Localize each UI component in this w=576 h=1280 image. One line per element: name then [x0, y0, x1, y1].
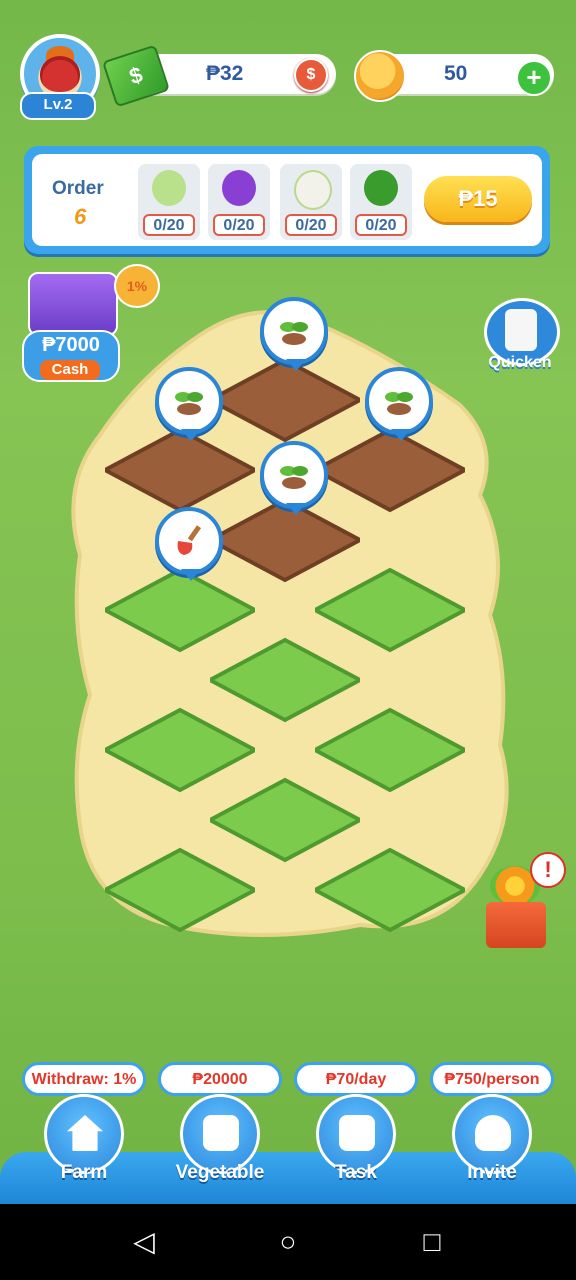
- order-item-broccoli: 0/20: [350, 164, 412, 240]
- player-level: Lv.2: [20, 92, 96, 120]
- task-tag: ₱70/day: [294, 1062, 418, 1096]
- sprout-icon: [385, 392, 413, 415]
- sprout-icon: [280, 466, 308, 489]
- vegetable-tag: ₱20000: [158, 1062, 282, 1096]
- sprout-icon: [175, 392, 203, 415]
- money-bag-icon[interactable]: $: [294, 58, 328, 92]
- nav-invite-label: Invite: [467, 1162, 517, 1183]
- order-title: Order: [52, 178, 104, 199]
- eggplant-icon: [222, 170, 256, 206]
- dig-shovel-marker[interactable]: [155, 507, 223, 581]
- plant-seed-marker[interactable]: [155, 367, 223, 441]
- grass-plot[interactable]: [105, 815, 255, 965]
- order-item-progress: 0/20: [143, 214, 195, 236]
- farm-tag: Withdraw: 1%: [22, 1062, 146, 1096]
- order-item-cabbage: 0/20: [138, 164, 200, 240]
- order-item-progress: 0/20: [213, 214, 265, 236]
- tomato-avatar-icon: [40, 56, 80, 92]
- order-item-progress: 0/20: [285, 214, 337, 236]
- home-circle-icon[interactable]: ○: [272, 1226, 304, 1258]
- farm-field: [60, 295, 520, 945]
- order-item-radish: 0/20: [280, 164, 342, 240]
- cash-balance-value: ₱32: [206, 62, 244, 85]
- alert-badge: !: [530, 852, 566, 888]
- plant-seed-marker[interactable]: [260, 441, 328, 515]
- grass-plot[interactable]: [315, 815, 465, 965]
- recents-icon[interactable]: □: [416, 1226, 448, 1258]
- coin-icon: [354, 50, 406, 102]
- calendar-star-icon: [339, 1115, 375, 1151]
- marker-pin: [181, 429, 201, 441]
- radish-icon: [294, 170, 332, 210]
- nav-vegetable-label: Vegetable: [175, 1162, 265, 1183]
- plant-seed-marker[interactable]: [365, 367, 433, 441]
- order-count: 6: [74, 204, 87, 229]
- nav-farm-label: Farm: [60, 1162, 108, 1183]
- coin-balance-value: 50: [444, 62, 468, 85]
- shovel-icon: [177, 525, 202, 555]
- broccoli-icon: [364, 170, 398, 206]
- system-nav-bar: ◁ ○ □: [0, 1204, 576, 1280]
- marker-pin: [286, 503, 306, 515]
- book-icon: [203, 1115, 239, 1151]
- back-icon[interactable]: ◁: [128, 1226, 160, 1258]
- sprout-icon: [280, 322, 308, 345]
- order-reward-button[interactable]: ₱15: [424, 176, 532, 222]
- home-icon: [67, 1115, 103, 1151]
- gift-box-icon: [486, 902, 546, 948]
- cabbage-icon: [152, 170, 186, 206]
- plant-seed-marker[interactable]: [260, 297, 328, 371]
- people-icon: [475, 1115, 511, 1151]
- marker-pin: [181, 569, 201, 581]
- add-coins-button[interactable]: +: [516, 60, 552, 96]
- marker-pin: [391, 429, 411, 441]
- nav-task-label: Task: [335, 1162, 377, 1183]
- order-item-progress: 0/20: [355, 214, 407, 236]
- marker-pin: [286, 359, 306, 371]
- invite-tag: ₱750/person: [430, 1062, 554, 1096]
- order-item-eggplant: 0/20: [208, 164, 270, 240]
